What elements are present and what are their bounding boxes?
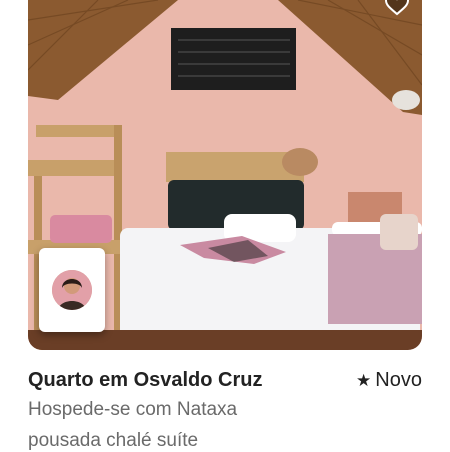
listing-title: Quarto em Osvaldo Cruz <box>28 368 263 391</box>
new-badge-label: Novo <box>375 368 422 391</box>
wishlist-button[interactable] <box>380 0 414 22</box>
host-avatar <box>52 270 92 310</box>
star-icon: ★ <box>356 370 372 390</box>
heart-icon <box>384 0 410 16</box>
avatar-photo <box>52 270 92 310</box>
host-avatar-card[interactable] <box>39 248 105 332</box>
listing-card[interactable]: Quarto em Osvaldo Cruz ★ Novo Hospede-se… <box>0 0 450 451</box>
listing-title-row: Quarto em Osvaldo Cruz ★ Novo <box>28 366 422 394</box>
listing-description: pousada chalé suíte <box>28 430 199 451</box>
host-line: Hospede-se com Nataxa <box>28 399 238 420</box>
listing-rating: ★ Novo <box>356 369 422 392</box>
